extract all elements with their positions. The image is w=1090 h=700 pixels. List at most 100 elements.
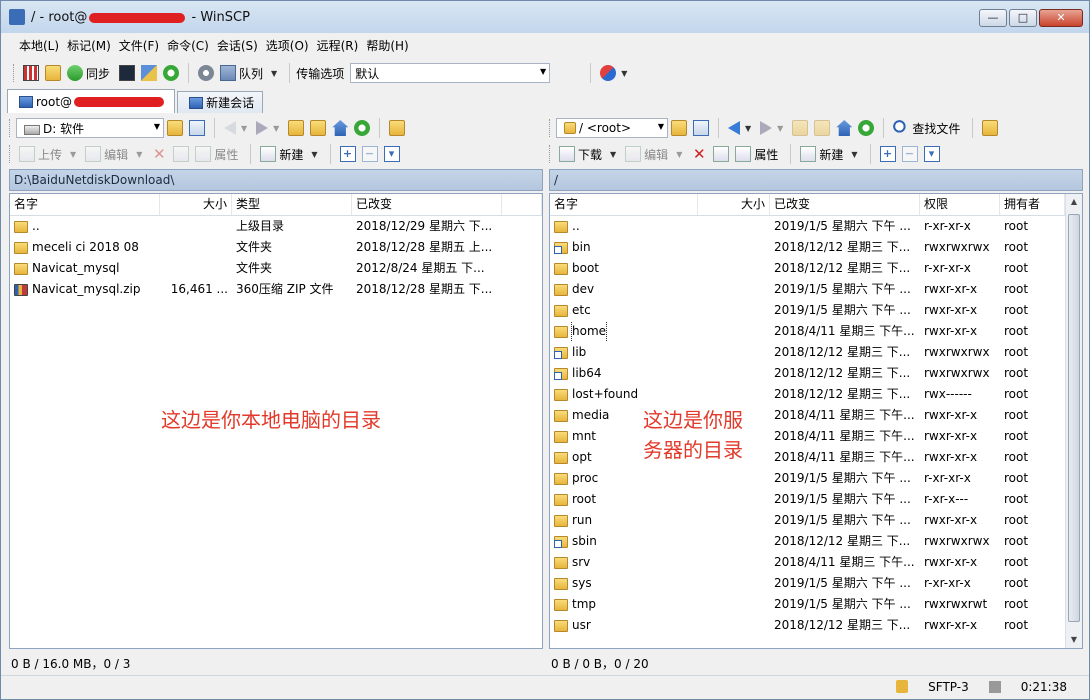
table-row[interactable]: srv 2018/4/11 星期三 下午... rwxr-xr-x root — [550, 552, 1065, 573]
table-row[interactable]: Navicat_mysql 文件夹 2012/8/24 星期五 下... — [10, 258, 542, 279]
home-icon[interactable] — [836, 120, 853, 136]
preferences-icon[interactable] — [163, 65, 180, 81]
parent-dir-icon[interactable] — [288, 120, 305, 136]
col-permissions[interactable]: 权限 — [920, 194, 1000, 215]
new-button[interactable]: 新建 — [279, 146, 303, 163]
gear-icon[interactable] — [198, 65, 215, 81]
queue-label[interactable]: 队列 — [239, 65, 263, 82]
chevron-down-icon[interactable]: ▼ — [273, 124, 279, 133]
back-icon[interactable] — [728, 121, 740, 135]
edit-icon[interactable] — [85, 146, 102, 162]
root-dir-icon[interactable] — [814, 120, 831, 136]
select-all-icon[interactable]: + — [879, 146, 896, 162]
delete-icon[interactable]: ✕ — [151, 146, 167, 162]
select-all-icon[interactable]: + — [339, 146, 356, 162]
menu-commands[interactable]: 命令(C) — [163, 37, 213, 54]
filter-icon[interactable] — [693, 120, 709, 136]
remote-file-list[interactable]: 名字 大小 已改变 权限 拥有者 .. 2019/1/5 星期六 下午 ... r-… — [549, 193, 1083, 649]
filter-icon[interactable] — [189, 120, 205, 136]
compare-dirs-icon[interactable] — [23, 65, 39, 81]
col-name[interactable]: 名字 — [10, 194, 160, 215]
filter-select-icon[interactable]: ▾ — [383, 146, 400, 162]
menu-options[interactable]: 选项(O) — [262, 37, 313, 54]
table-row[interactable]: home 2018/4/11 星期三 下午... rwxr-xr-x root — [550, 321, 1065, 342]
scroll-down-icon[interactable]: ▼ — [1066, 632, 1082, 648]
edit-button[interactable]: 编辑 — [644, 146, 668, 163]
remote-path-bar[interactable]: / — [549, 169, 1083, 191]
forward-icon[interactable] — [760, 121, 773, 135]
menu-local[interactable]: 本地(L) — [15, 37, 63, 54]
chevron-down-icon[interactable]: ▼ — [745, 124, 751, 133]
table-row[interactable]: boot 2018/12/12 星期三 下... r-xr-xr-x root — [550, 258, 1065, 279]
unselect-icon[interactable]: − — [901, 146, 918, 162]
download-button[interactable]: 下载 — [578, 146, 602, 163]
col-size[interactable]: 大小 — [698, 194, 770, 215]
menu-session[interactable]: 会话(S) — [213, 37, 262, 54]
chevron-down-icon[interactable]: ▼ — [271, 69, 277, 78]
upload-button[interactable]: 上传 — [38, 146, 62, 163]
parent-dir-icon[interactable] — [792, 120, 809, 136]
toolbar-grip[interactable] — [9, 145, 12, 163]
toolbar-grip[interactable] — [13, 64, 16, 82]
col-changed[interactable]: 已改变 — [770, 194, 920, 215]
scroll-thumb[interactable] — [1068, 214, 1080, 622]
open-folder-icon[interactable] — [671, 120, 687, 136]
table-row[interactable]: lost+found 2018/12/12 星期三 下... rwx------ ro… — [550, 384, 1065, 405]
col-name[interactable]: 名字 — [550, 194, 698, 215]
find-files-button[interactable]: 查找文件 — [912, 120, 960, 137]
tab-session-root[interactable]: root@ — [7, 89, 176, 113]
queue-icon[interactable] — [220, 65, 237, 81]
col-changed[interactable]: 已改变 — [352, 194, 502, 215]
menu-mark[interactable]: 标记(M) — [63, 37, 115, 54]
col-owner[interactable]: 拥有者 — [1000, 194, 1065, 215]
unselect-icon[interactable]: − — [361, 146, 378, 162]
table-row[interactable]: meceli ci 2018 08 文件夹 2018/12/28 星期五 上... — [10, 237, 542, 258]
putty-icon[interactable] — [141, 65, 158, 81]
terminal-icon[interactable] — [119, 65, 136, 81]
chevron-down-icon[interactable]: ▼ — [610, 150, 616, 159]
remote-dir-select[interactable]: / <root> ▼ — [556, 118, 668, 138]
back-icon[interactable] — [224, 121, 236, 135]
chevron-down-icon[interactable]: ▼ — [241, 124, 247, 133]
remote-scrollbar[interactable]: ▲ ▼ — [1065, 194, 1082, 648]
rename-icon[interactable] — [713, 146, 730, 162]
table-row[interactable]: etc 2019/1/5 星期六 下午 ... rwxr-xr-x root — [550, 300, 1065, 321]
filter-select-icon[interactable]: ▾ — [923, 146, 940, 162]
table-row[interactable]: .. 2019/1/5 星期六 下午 ... r-xr-xr-x root — [550, 216, 1065, 237]
chevron-down-icon[interactable]: ▼ — [777, 124, 783, 133]
table-row[interactable]: opt 2018/4/11 星期三 下午... rwxr-xr-x root — [550, 447, 1065, 468]
minimize-button[interactable]: — — [979, 9, 1007, 27]
table-row[interactable]: media 2018/4/11 星期三 下午... rwxr-xr-x root — [550, 405, 1065, 426]
properties-button[interactable]: 属性 — [754, 146, 778, 163]
table-row[interactable]: Navicat_mysql.zip 16,461 ... 360压缩 ZIP 文件 2… — [10, 279, 542, 300]
table-row[interactable]: lib 2018/12/12 星期三 下... rwxrwxrwx root — [550, 342, 1065, 363]
new-icon[interactable] — [260, 146, 277, 162]
edit-icon[interactable] — [625, 146, 642, 162]
transfer-settings-select[interactable]: 默认 ▼ — [350, 63, 551, 83]
local-drive-select[interactable]: D: 软件 ▼ — [16, 118, 164, 138]
new-icon[interactable] — [800, 146, 817, 162]
reconnect-icon[interactable] — [600, 65, 617, 81]
download-icon[interactable] — [559, 146, 575, 162]
new-button[interactable]: 新建 — [819, 146, 843, 163]
table-row[interactable]: usr 2018/12/12 星期三 下... rwxr-xr-x root — [550, 615, 1065, 636]
edit-button[interactable]: 编辑 — [104, 146, 128, 163]
properties-icon[interactable] — [195, 146, 212, 162]
table-row[interactable]: tmp 2019/1/5 星期六 下午 ... rwxrwxrwt root — [550, 594, 1065, 615]
forward-icon[interactable] — [256, 121, 269, 135]
chevron-down-icon[interactable]: ▼ — [621, 69, 627, 78]
toolbar-grip[interactable] — [9, 119, 12, 137]
menu-files[interactable]: 文件(F) — [115, 37, 163, 54]
chevron-down-icon[interactable]: ▼ — [311, 150, 317, 159]
properties-icon[interactable] — [735, 146, 752, 162]
sync-browse-icon[interactable] — [45, 65, 61, 81]
table-row[interactable]: bin 2018/12/12 星期三 下... rwxrwxrwx root — [550, 237, 1065, 258]
maximize-button[interactable]: □ — [1009, 9, 1037, 27]
col-size[interactable]: 大小 — [160, 194, 232, 215]
table-row[interactable]: .. 上级目录 2018/12/29 星期六 下... — [10, 216, 542, 237]
table-row[interactable]: root 2019/1/5 星期六 下午 ... r-xr-x--- root — [550, 489, 1065, 510]
root-dir-icon[interactable] — [310, 120, 327, 136]
tree-icon[interactable] — [389, 120, 406, 136]
tree-icon[interactable] — [982, 120, 999, 136]
menu-remote[interactable]: 远程(R) — [313, 37, 363, 54]
